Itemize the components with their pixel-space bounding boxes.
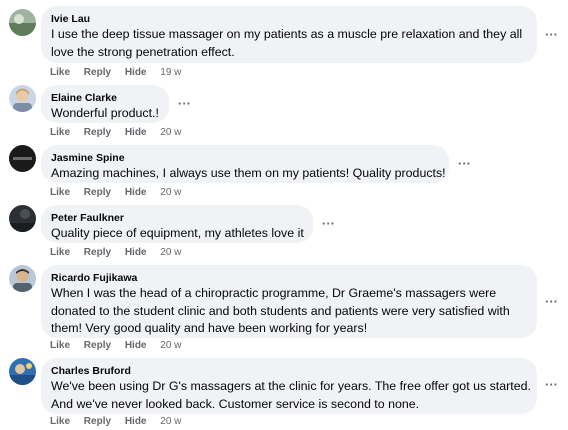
timestamp[interactable]: 20 w xyxy=(160,416,181,427)
avatar[interactable] xyxy=(9,358,36,385)
comment-actions: Like Reply Hide 20 w xyxy=(50,415,181,429)
comment-bubble: Ivie Lau I use the deep tissue massager … xyxy=(41,6,537,63)
reply-button[interactable]: Reply xyxy=(84,187,111,198)
reply-button[interactable]: Reply xyxy=(84,416,111,427)
comment-actions: Like Reply Hide 20 w xyxy=(50,246,181,260)
hide-button[interactable]: Hide xyxy=(125,416,147,427)
comment-text-line: Amazing machines, I always use them on m… xyxy=(51,166,446,180)
hide-button[interactable]: Hide xyxy=(125,340,147,351)
avatar[interactable] xyxy=(9,265,36,292)
more-options-icon[interactable]: ··· xyxy=(545,378,558,391)
comment-author[interactable]: Peter Faulkner xyxy=(51,211,302,225)
like-button[interactable]: Like xyxy=(50,127,70,138)
comment-text-line: We've been using Dr G's massagers at the… xyxy=(51,379,531,393)
reply-button[interactable]: Reply xyxy=(84,340,111,351)
like-button[interactable]: Like xyxy=(50,416,70,427)
more-options-icon[interactable]: ··· xyxy=(322,217,335,230)
reply-button[interactable]: Reply xyxy=(84,67,111,78)
like-button[interactable]: Like xyxy=(50,187,70,198)
more-options-icon[interactable]: ··· xyxy=(458,157,471,170)
hide-button[interactable]: Hide xyxy=(125,67,147,78)
comment-author[interactable]: Jasmine Spine xyxy=(51,151,438,165)
comment-actions: Like Reply Hide 20 w xyxy=(50,126,181,140)
comment-author[interactable]: Ricardo Fujikawa xyxy=(51,271,526,285)
comment-text-line: Wonderful product.! xyxy=(51,106,159,120)
like-button[interactable]: Like xyxy=(50,67,70,78)
comment-author[interactable]: Elaine Clarke xyxy=(51,91,158,105)
comment-actions: Like Reply Hide 20 w xyxy=(50,339,181,353)
comment-actions: Like Reply Hide 19 w xyxy=(50,66,181,80)
timestamp[interactable]: 20 w xyxy=(160,127,181,138)
comment-text-line: love the strong penetration effect. xyxy=(51,44,235,59)
comment-bubble: Ricardo Fujikawa When I was the head of … xyxy=(41,265,537,338)
reply-button[interactable]: Reply xyxy=(84,127,111,138)
comment-text-line: I use the deep tissue massager on my pat… xyxy=(51,27,523,41)
comment-text-line: Quality piece of equipment, my athletes … xyxy=(51,226,304,240)
more-options-icon[interactable]: ··· xyxy=(178,97,191,110)
avatar[interactable] xyxy=(9,85,36,112)
timestamp[interactable]: 20 w xyxy=(160,187,181,198)
more-options-icon[interactable]: ··· xyxy=(545,295,558,308)
hide-button[interactable]: Hide xyxy=(125,247,147,258)
like-button[interactable]: Like xyxy=(50,340,70,351)
reply-button[interactable]: Reply xyxy=(84,247,111,258)
comment-bubble: Elaine Clarke Wonderful product.! xyxy=(41,85,169,123)
comment-bubble: Charles Bruford We've been using Dr G's … xyxy=(41,358,537,414)
avatar[interactable] xyxy=(9,9,36,36)
comment-text-line: When I was the head of a chiropractic pr… xyxy=(51,286,497,300)
timestamp[interactable]: 20 w xyxy=(160,340,181,351)
comment-text-line: them! Very good quality and have been wo… xyxy=(51,321,368,335)
more-options-icon[interactable]: ··· xyxy=(545,28,558,41)
comment-author[interactable]: Ivie Lau xyxy=(51,12,526,26)
hide-button[interactable]: Hide xyxy=(125,127,147,138)
timestamp[interactable]: 20 w xyxy=(160,247,181,258)
comment-bubble: Jasmine Spine Amazing machines, I always… xyxy=(41,145,449,183)
avatar[interactable] xyxy=(9,145,36,172)
avatar[interactable] xyxy=(9,205,36,232)
comment-actions: Like Reply Hide 20 w xyxy=(50,186,181,200)
like-button[interactable]: Like xyxy=(50,247,70,258)
comment-text-line: And we've never looked back. Customer se… xyxy=(51,396,420,411)
timestamp[interactable]: 19 w xyxy=(160,67,181,78)
comment-text-line: donated to the student clinic and both s… xyxy=(51,303,510,318)
comment-author[interactable]: Charles Bruford xyxy=(51,364,526,378)
hide-button[interactable]: Hide xyxy=(125,187,147,198)
comment-bubble: Peter Faulkner Quality piece of equipmen… xyxy=(41,205,313,243)
